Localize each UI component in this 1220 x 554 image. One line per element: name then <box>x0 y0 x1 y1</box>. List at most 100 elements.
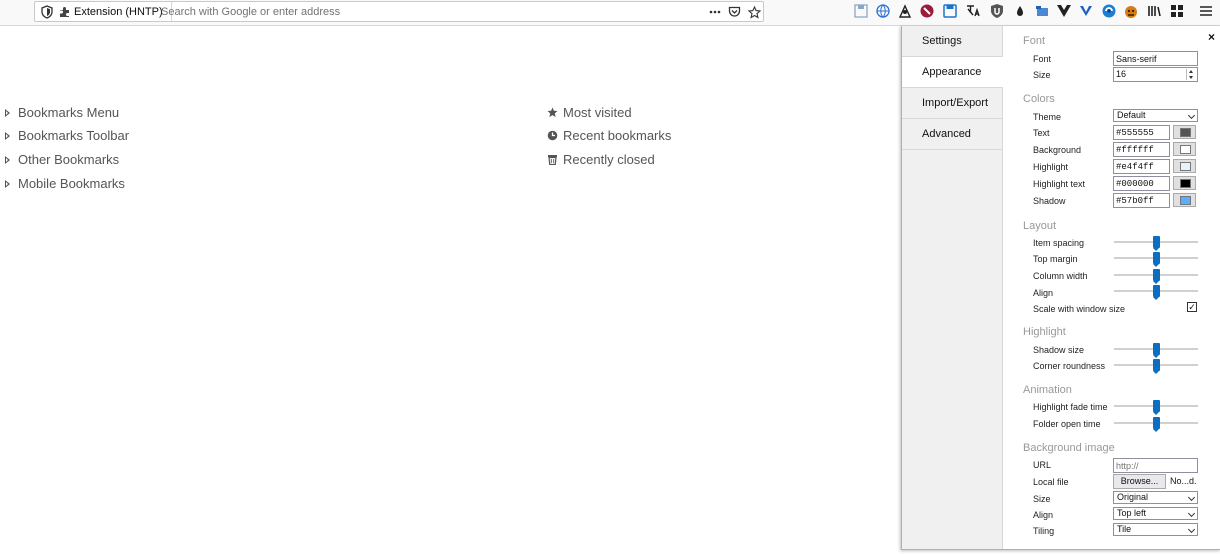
save-icon[interactable] <box>853 3 869 19</box>
bg-size-label: Size <box>1033 494 1051 504</box>
column-width-slider[interactable] <box>1114 269 1198 284</box>
tab-import-export[interactable]: Import/Export <box>902 88 1002 119</box>
text-color-picker[interactable] <box>1173 125 1196 139</box>
bg-size-value: Original <box>1117 492 1149 502</box>
chevron-down-icon <box>1187 509 1196 518</box>
folder-label: Recent bookmarks <box>563 128 672 143</box>
star-icon[interactable] <box>746 4 762 20</box>
background-color-picker[interactable] <box>1173 142 1196 156</box>
section-background-image: Background image <box>1023 442 1115 454</box>
tab-appearance[interactable]: Appearance <box>902 57 1003 88</box>
folder-label: Bookmarks Menu <box>18 105 120 120</box>
identity-box[interactable]: Extension (HNTP) <box>59 2 172 21</box>
slider-thumb[interactable] <box>1153 285 1160 300</box>
close-button[interactable]: × <box>1208 30 1215 44</box>
block-icon[interactable] <box>919 3 935 19</box>
browse-button[interactable]: Browse... <box>1113 474 1166 489</box>
slider-thumb[interactable] <box>1153 252 1160 267</box>
top-margin-slider[interactable] <box>1114 252 1198 267</box>
shadow-color-picker[interactable] <box>1173 193 1196 207</box>
bookmarks-menu-folder[interactable]: Bookmarks Menu <box>5 104 120 122</box>
sync-icon[interactable] <box>1101 3 1117 19</box>
menu-icon[interactable] <box>1198 3 1214 19</box>
section-animation: Animation <box>1023 384 1072 396</box>
font-size-stepper[interactable]: 16 <box>1113 67 1198 82</box>
color-swatch <box>1180 179 1191 188</box>
highlight-color-picker[interactable] <box>1173 159 1196 173</box>
font-label: Font <box>1033 54 1052 64</box>
bg-size-select[interactable]: Original <box>1113 491 1198 504</box>
scale-window-checkbox[interactable]: ✓ <box>1187 302 1197 312</box>
text-color-label: Text <box>1033 128 1050 138</box>
font-input[interactable] <box>1113 51 1198 66</box>
shadow-size-slider[interactable] <box>1114 343 1198 358</box>
background-color-label: Background <box>1033 145 1082 155</box>
identity-label: Extension (HNTP) <box>74 5 163 18</box>
align-slider[interactable] <box>1114 285 1198 300</box>
text-color-input[interactable] <box>1113 125 1170 140</box>
bookmarks-toolbar-folder[interactable]: Bookmarks Toolbar <box>5 127 129 145</box>
slider-thumb[interactable] <box>1153 400 1160 415</box>
bg-align-label: Align <box>1033 510 1054 520</box>
top-margin-label: Top margin <box>1033 254 1078 264</box>
corner-roundness-slider[interactable] <box>1114 359 1198 374</box>
tab-settings[interactable]: Settings <box>902 26 1002 57</box>
vue-icon[interactable] <box>1056 3 1072 19</box>
tiling-label: Tiling <box>1033 526 1055 536</box>
file-status: No...d. <box>1170 476 1197 486</box>
slider-thumb[interactable] <box>1153 236 1160 251</box>
url-bar[interactable]: Extension (HNTP) <box>34 1 764 22</box>
person-icon[interactable] <box>897 3 913 19</box>
expand-triangle-icon <box>5 109 10 117</box>
theme-select[interactable]: Default <box>1113 109 1198 122</box>
section-layout: Layout <box>1023 220 1057 232</box>
grid-icon[interactable] <box>1169 3 1185 19</box>
recently-closed-folder[interactable]: Recently closed <box>548 151 655 169</box>
tiling-select[interactable]: Tile <box>1113 523 1198 536</box>
disk-icon[interactable] <box>942 3 958 19</box>
background-color-input[interactable] <box>1113 142 1170 157</box>
library-icon[interactable] <box>1146 3 1162 19</box>
spinner-arrows-icon[interactable] <box>1186 69 1196 80</box>
globe-icon[interactable] <box>875 3 891 19</box>
tab-advanced[interactable]: Advanced <box>902 119 1002 150</box>
slider-thumb[interactable] <box>1153 269 1160 284</box>
shield-icon[interactable] <box>41 5 53 19</box>
highlight-fade-slider[interactable] <box>1114 400 1198 415</box>
checkmark-icon: ✓ <box>1188 302 1196 312</box>
highlight-color-input[interactable] <box>1113 159 1170 174</box>
section-highlight: Highlight <box>1023 326 1066 338</box>
folder-open-label: Folder open time <box>1033 419 1101 429</box>
pocket-icon[interactable] <box>726 4 742 20</box>
other-bookmarks-folder[interactable]: Other Bookmarks <box>5 151 119 169</box>
bookmark-folder-icon[interactable] <box>1034 3 1050 19</box>
url-label: URL <box>1033 460 1052 470</box>
item-spacing-slider[interactable] <box>1114 236 1198 251</box>
folder-open-slider[interactable] <box>1114 417 1198 432</box>
drop-icon[interactable] <box>1012 3 1028 19</box>
mobile-bookmarks-folder[interactable]: Mobile Bookmarks <box>5 175 125 193</box>
scale-window-label: Scale with window size <box>1033 304 1126 314</box>
address-input[interactable] <box>161 3 681 20</box>
clock-icon <box>547 130 558 141</box>
shadow-size-label: Shadow size <box>1033 345 1085 355</box>
slider-thumb[interactable] <box>1153 417 1160 432</box>
ublock-icon[interactable] <box>989 3 1005 19</box>
monkey-icon[interactable] <box>1123 3 1139 19</box>
slider-thumb[interactable] <box>1153 343 1160 358</box>
recent-bookmarks-folder[interactable]: Recent bookmarks <box>547 127 672 145</box>
shadow-color-input[interactable] <box>1113 193 1170 208</box>
slider-thumb[interactable] <box>1153 359 1160 374</box>
translate-icon[interactable] <box>965 3 981 19</box>
more-actions-icon[interactable] <box>707 4 723 20</box>
bg-align-select[interactable]: Top left <box>1113 507 1198 520</box>
section-colors: Colors <box>1023 93 1055 105</box>
highlight-text-color-label: Highlight text <box>1033 179 1086 189</box>
color-swatch <box>1180 162 1191 171</box>
highlight-text-color-picker[interactable] <box>1173 176 1196 190</box>
highlight-text-color-input[interactable] <box>1113 176 1170 191</box>
most-visited-folder[interactable]: Most visited <box>547 104 632 122</box>
v-icon[interactable] <box>1078 3 1094 19</box>
column-width-label: Column width <box>1033 271 1088 281</box>
background-url-input[interactable] <box>1113 458 1198 473</box>
